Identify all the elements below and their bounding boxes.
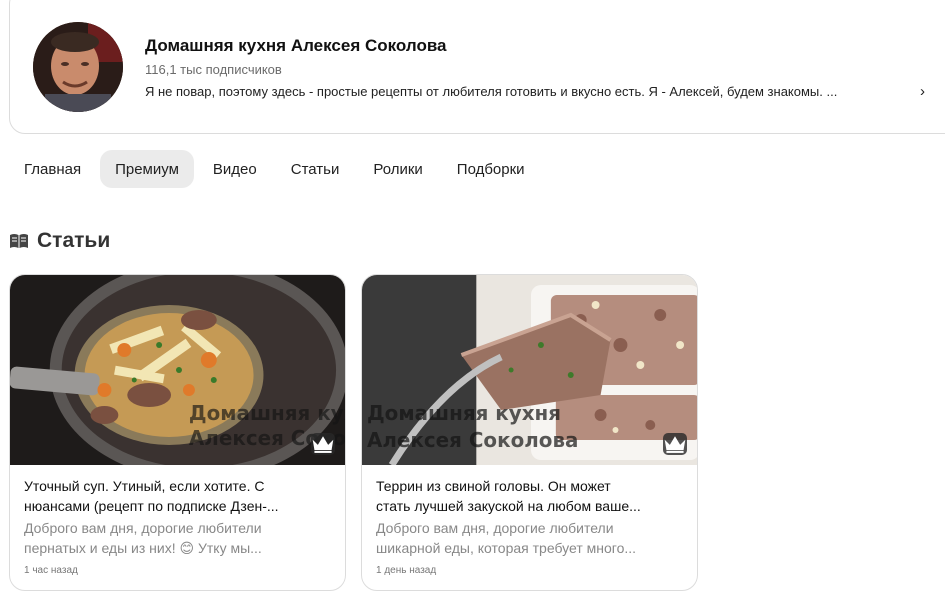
articles-section-header: Статьи [9,229,110,253]
terrine-photo: Домашняя кухня Алексея Соколова [362,275,697,465]
premium-badge [663,433,687,455]
tab-main[interactable]: Главная [9,150,96,188]
channel-title[interactable]: Домашняя кухня Алексея Соколова [145,36,447,56]
channel-description[interactable]: Я не повар, поэтому здесь - простые реце… [145,84,837,99]
article-thumbnail[interactable]: Домашняя кухня Алексея Соколова [362,275,697,465]
premium-badge [311,433,335,455]
article-timestamp: 1 час назад [24,565,78,576]
tab-articles[interactable]: Статьи [276,150,355,188]
crown-icon [312,436,334,453]
tab-premium[interactable]: Премиум [100,150,194,188]
article-thumbnail[interactable]: Домашняя кухня Алексея Соколова [10,275,345,465]
article-snippet: Доброго вам дня, дорогие любители шикарн… [376,520,637,556]
watermark-line2: Алексея Соколова [367,428,578,452]
soup-photo: Домашняя кухня Алексея Соколова [10,275,345,465]
channel-tabs: Главная Премиум Видео Статьи Ролики Подб… [9,150,544,188]
article-timestamp: 1 день назад [376,565,437,576]
avatar[interactable] [33,22,123,112]
article-card[interactable]: Домашняя кухня Алексея Соколова Террин и… [361,274,698,591]
crown-icon [664,436,686,453]
article-book-icon [10,234,28,248]
watermark-line1: Домашняя кухня [367,401,561,425]
avatar-photo [33,22,123,112]
tab-video[interactable]: Видео [198,150,272,188]
article-card[interactable]: Домашняя кухня Алексея Соколова Уточный … [9,274,346,591]
chevron-right-icon[interactable]: › [920,83,925,100]
subscriber-count: 116,1 тыс подписчиков [145,62,282,77]
section-title: Статьи [37,229,111,252]
article-title[interactable]: Террин из свиной головы. Он может стать … [376,476,676,516]
article-snippet: Доброго вам дня, дорогие любители пернат… [24,520,262,556]
tab-collections[interactable]: Подборки [442,150,540,188]
tab-shorts[interactable]: Ролики [358,150,437,188]
watermark-line1: Домашняя кухня [189,401,345,425]
article-title[interactable]: Уточный суп. Утиный, если хотите. С нюан… [24,476,324,516]
